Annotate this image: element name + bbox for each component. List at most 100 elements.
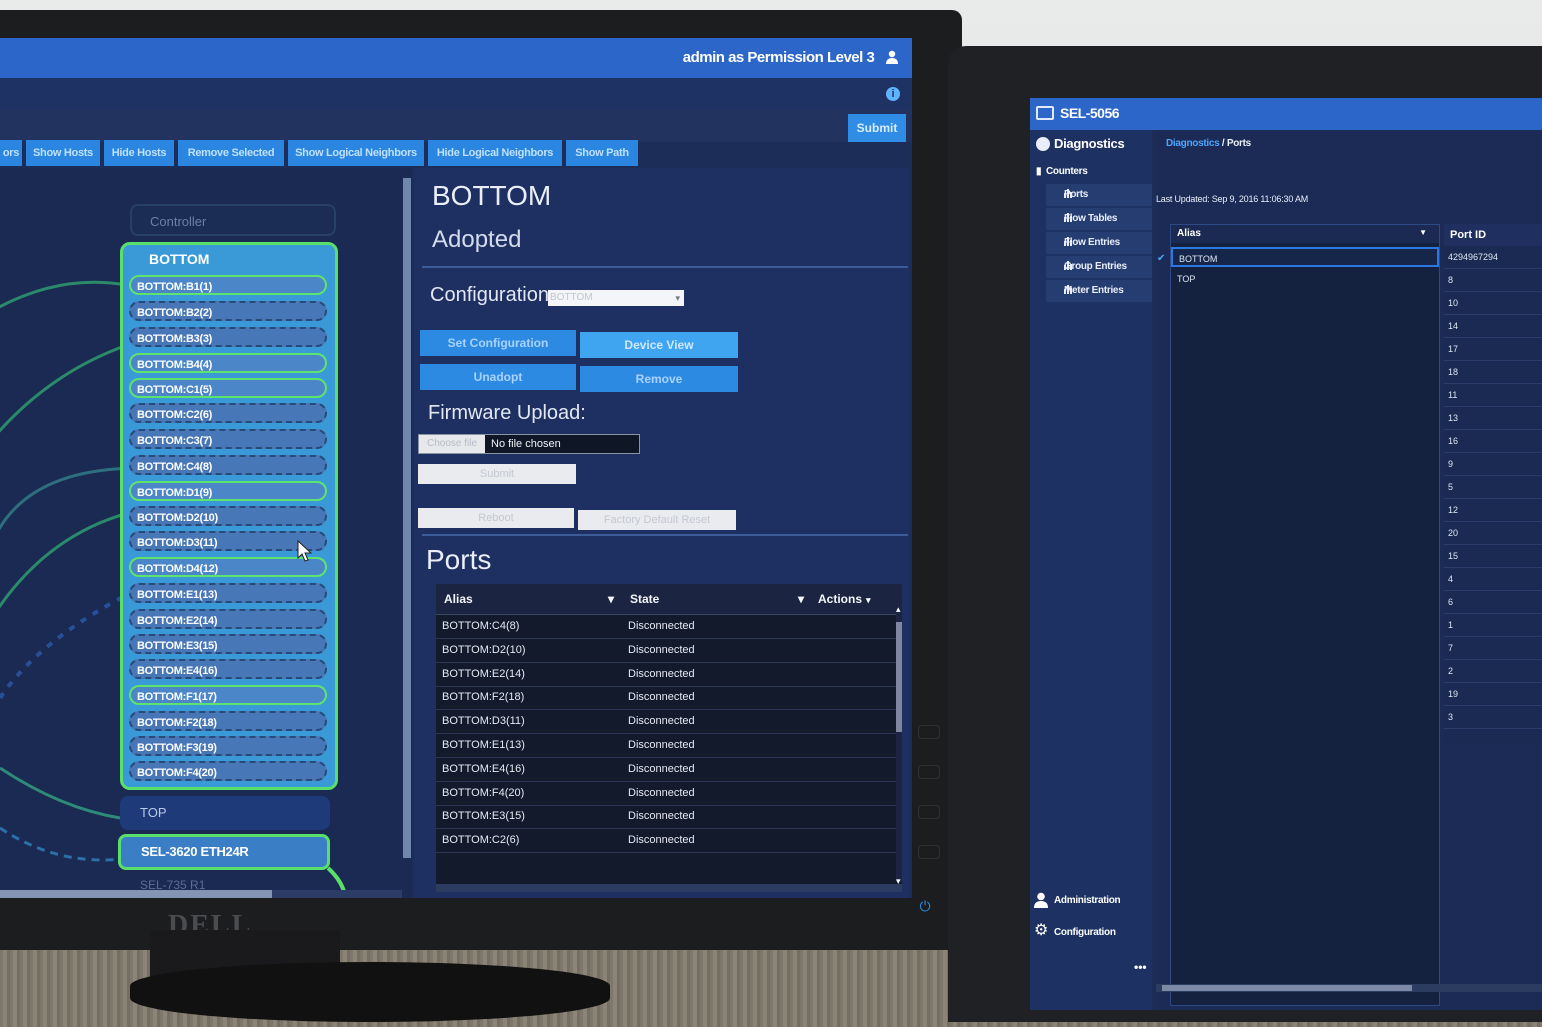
scroll-thumb[interactable] bbox=[896, 622, 902, 732]
alias-sort-icon[interactable]: ▾ bbox=[608, 592, 614, 606]
alias-row-top[interactable]: TOP bbox=[1171, 269, 1439, 289]
remove-selected-button[interactable]: Remove Selected bbox=[178, 140, 284, 166]
port-node[interactable]: BOTTOM:E2(14) bbox=[129, 609, 327, 629]
alias-list-header[interactable]: Alias ▼ bbox=[1171, 225, 1439, 243]
nav-diagnostics-label: Diagnostics bbox=[1054, 136, 1125, 151]
graph-vertical-scrollbar[interactable] bbox=[402, 168, 412, 898]
port-id-header[interactable]: Port ID bbox=[1444, 224, 1542, 246]
table-row[interactable]: BOTTOM:E2(14) Disconnected bbox=[436, 663, 896, 687]
info-icon[interactable]: i bbox=[886, 87, 900, 101]
bezel-button[interactable] bbox=[918, 845, 940, 859]
device-view-button[interactable]: Device View bbox=[580, 332, 738, 358]
port-node[interactable]: BOTTOM:F2(18) bbox=[129, 711, 327, 731]
table-row[interactable]: BOTTOM:C2(6) Disconnected bbox=[436, 829, 896, 854]
scroll-thumb[interactable] bbox=[1162, 985, 1412, 991]
table-row[interactable]: BOTTOM:E3(15) Disconnected bbox=[436, 805, 896, 830]
port-id-cell: 4294967294 bbox=[1444, 246, 1542, 269]
controller-node[interactable]: Controller bbox=[130, 204, 336, 236]
port-node[interactable]: BOTTOM:E1(13) bbox=[129, 583, 327, 603]
table-vertical-scrollbar[interactable]: ▴ ▾ bbox=[896, 604, 902, 886]
show-path-button[interactable]: Show Path bbox=[566, 140, 638, 166]
bezel-button[interactable] bbox=[918, 725, 940, 739]
table-row[interactable]: BOTTOM:F2(18) Disconnected bbox=[436, 686, 896, 711]
bezel-button[interactable] bbox=[918, 765, 940, 779]
topology-graph[interactable]: Controller BOTTOM BOTTOM:B1(1) BOTTOM:B2… bbox=[0, 168, 402, 898]
nav-ports[interactable]: Ports bbox=[1046, 184, 1152, 206]
port-node[interactable]: BOTTOM:F4(20) bbox=[129, 761, 327, 781]
hide-hosts-button[interactable]: Hide Hosts bbox=[104, 140, 174, 166]
port-node[interactable]: BOTTOM:D1(9) bbox=[129, 481, 327, 501]
table-row[interactable]: BOTTOM:C4(8) Disconnected bbox=[436, 615, 896, 639]
state-sort-icon[interactable]: ▾ bbox=[798, 592, 804, 606]
port-id-cell: 10 bbox=[1444, 292, 1542, 315]
table-row[interactable]: BOTTOM:E4(16) Disconnected bbox=[436, 758, 896, 782]
nav-diagnostics[interactable]: Diagnostics bbox=[1036, 136, 1125, 151]
port-node[interactable]: BOTTOM:B2(2) bbox=[129, 301, 327, 321]
check-icon: ✔ bbox=[1157, 253, 1166, 264]
hide-logical-neighbors-button[interactable]: Hide Logical Neighbors bbox=[428, 140, 562, 166]
submit-button[interactable]: Submit bbox=[848, 114, 906, 142]
more-menu-icon[interactable]: ••• bbox=[1134, 960, 1147, 974]
port-alias-cell: BOTTOM:F4(20) bbox=[442, 786, 525, 799]
configuration-select[interactable]: BOTTOM ▾ bbox=[548, 290, 684, 306]
alias-row-label: BOTTOM bbox=[1179, 254, 1218, 264]
breadcrumb-diagnostics[interactable]: Diagnostics bbox=[1166, 138, 1220, 149]
port-node[interactable]: BOTTOM:B3(3) bbox=[129, 327, 327, 347]
port-node[interactable]: BOTTOM:B4(4) bbox=[129, 353, 327, 373]
table-row[interactable]: BOTTOM:D2(10) Disconnected bbox=[436, 639, 896, 663]
nav-meter-entries[interactable]: Meter Entries bbox=[1046, 280, 1152, 302]
unadopt-button[interactable]: Unadopt bbox=[420, 364, 576, 390]
bezel-button[interactable] bbox=[918, 805, 940, 819]
firmware-file-input[interactable]: Choose file No file chosen bbox=[418, 434, 640, 454]
alias-column-header[interactable]: Alias bbox=[444, 592, 473, 606]
state-column-header[interactable]: State bbox=[630, 592, 659, 606]
view-horizontal-scrollbar[interactable] bbox=[1156, 984, 1542, 992]
app-logo-icon bbox=[1036, 106, 1054, 120]
nav-administration[interactable]: Administration bbox=[1030, 888, 1152, 916]
nav-flow-tables[interactable]: Flow Tables bbox=[1046, 208, 1152, 230]
port-node[interactable]: BOTTOM:D2(10) bbox=[129, 506, 327, 526]
port-alias-cell: BOTTOM:E1(13) bbox=[442, 739, 525, 751]
show-hosts-button[interactable]: Show Hosts bbox=[26, 140, 100, 166]
port-node[interactable]: BOTTOM:F1(17) bbox=[129, 685, 327, 705]
graph-horizontal-scrollbar[interactable] bbox=[0, 890, 402, 898]
alias-row-bottom[interactable]: ✔ BOTTOM bbox=[1157, 247, 1439, 267]
power-icon[interactable]: ⏻ bbox=[914, 898, 936, 916]
port-node[interactable]: BOTTOM:C2(6) bbox=[129, 403, 327, 423]
port-node[interactable]: BOTTOM:E4(16) bbox=[129, 659, 327, 679]
top-switch-node[interactable]: TOP bbox=[120, 796, 330, 830]
factory-reset-button[interactable]: Factory Default Reset bbox=[578, 510, 736, 530]
bottom-switch-group[interactable]: BOTTOM BOTTOM:B1(1) BOTTOM:B2(2) BOTTOM:… bbox=[120, 242, 338, 790]
table-row[interactable]: BOTTOM:D3(11) Disconnected bbox=[436, 710, 896, 735]
actions-column-header[interactable]: Actions ▾ bbox=[818, 592, 871, 606]
port-id-cell: 1 bbox=[1444, 614, 1542, 637]
port-node[interactable]: BOTTOM:F3(19) bbox=[129, 736, 327, 756]
set-configuration-button[interactable]: Set Configuration bbox=[420, 330, 576, 356]
show-logical-neighbors-button[interactable]: Show Logical Neighbors bbox=[288, 140, 424, 166]
user-menu[interactable]: admin as Permission Level 3 bbox=[683, 49, 898, 66]
port-node[interactable]: BOTTOM:C4(8) bbox=[129, 455, 327, 475]
chevron-down-icon: ▾ bbox=[675, 293, 680, 303]
table-row[interactable]: BOTTOM:E1(13) Disconnected bbox=[436, 734, 896, 758]
nav-counters[interactable]: ▮ Counters bbox=[1036, 166, 1088, 177]
show-neighbors-button[interactable]: ors bbox=[0, 140, 22, 166]
nav-flow-entries[interactable]: Flow Entries bbox=[1046, 232, 1152, 254]
nav-group-entries[interactable]: Group Entries bbox=[1046, 256, 1152, 278]
scroll-thumb[interactable] bbox=[0, 890, 272, 898]
upload-submit-button[interactable]: Submit bbox=[418, 464, 576, 484]
table-horizontal-scrollbar[interactable] bbox=[436, 884, 902, 892]
remove-button[interactable]: Remove bbox=[580, 366, 738, 392]
port-state-cell: Disconnected bbox=[628, 715, 695, 728]
scroll-up-icon[interactable]: ▴ bbox=[896, 604, 901, 615]
port-node[interactable]: BOTTOM:C3(7) bbox=[129, 429, 327, 449]
nav-flow-entries-label: Flow Entries bbox=[1064, 237, 1120, 248]
port-node[interactable]: BOTTOM:B1(1) bbox=[129, 275, 327, 295]
table-row[interactable]: BOTTOM:F4(20) Disconnected bbox=[436, 782, 896, 806]
nav-configuration[interactable]: ⚙ Configuration bbox=[1030, 920, 1152, 948]
scroll-thumb[interactable] bbox=[403, 178, 411, 858]
choose-file-button[interactable]: Choose file bbox=[419, 435, 485, 453]
port-node[interactable]: BOTTOM:E3(15) bbox=[129, 634, 327, 654]
reboot-button[interactable]: Reboot bbox=[418, 508, 574, 528]
port-node[interactable]: BOTTOM:C1(5) bbox=[129, 378, 327, 398]
sel3620-switch-node[interactable]: SEL-3620 ETH24R bbox=[118, 834, 330, 870]
